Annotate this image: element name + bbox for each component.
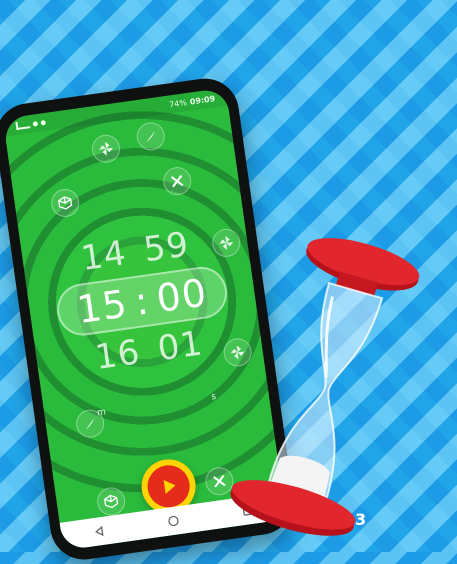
battery-percent: 74%: [168, 97, 188, 109]
play-button-inner: [144, 462, 192, 511]
status-icons-right: 74% 09:09: [169, 94, 216, 109]
status-icons-left: [15, 118, 47, 131]
wifi-icon: [32, 120, 39, 127]
time-unit-labels: m s: [97, 392, 217, 419]
notification-icon: [40, 119, 47, 126]
cube-icon: [95, 485, 127, 518]
tools-icon: [161, 165, 194, 197]
seconds-value: 59: [141, 224, 192, 271]
time-picker[interactable]: 14 59 15 : 00 16 01: [43, 219, 241, 383]
time-option-selected[interactable]: 15 : 00: [54, 263, 231, 339]
play-icon: [163, 480, 176, 494]
minutes-unit-label: m: [96, 407, 107, 419]
minutes-value: 16: [92, 332, 143, 379]
seconds-value: 01: [155, 323, 206, 370]
seconds-unit-label: s: [210, 391, 217, 403]
pinwheel-icon: [90, 132, 122, 165]
page-number: 3: [355, 510, 367, 529]
minutes-value: 14: [78, 233, 129, 280]
seconds-value: 00: [153, 270, 210, 321]
feather-icon: [134, 120, 167, 153]
status-time: 09:09: [189, 93, 216, 107]
cube-icon: [49, 187, 81, 219]
time-separator: :: [132, 278, 152, 324]
signal-icon: [15, 120, 31, 131]
minutes-value: 15: [74, 281, 131, 333]
back-icon[interactable]: [89, 521, 109, 541]
home-icon[interactable]: [163, 511, 183, 531]
